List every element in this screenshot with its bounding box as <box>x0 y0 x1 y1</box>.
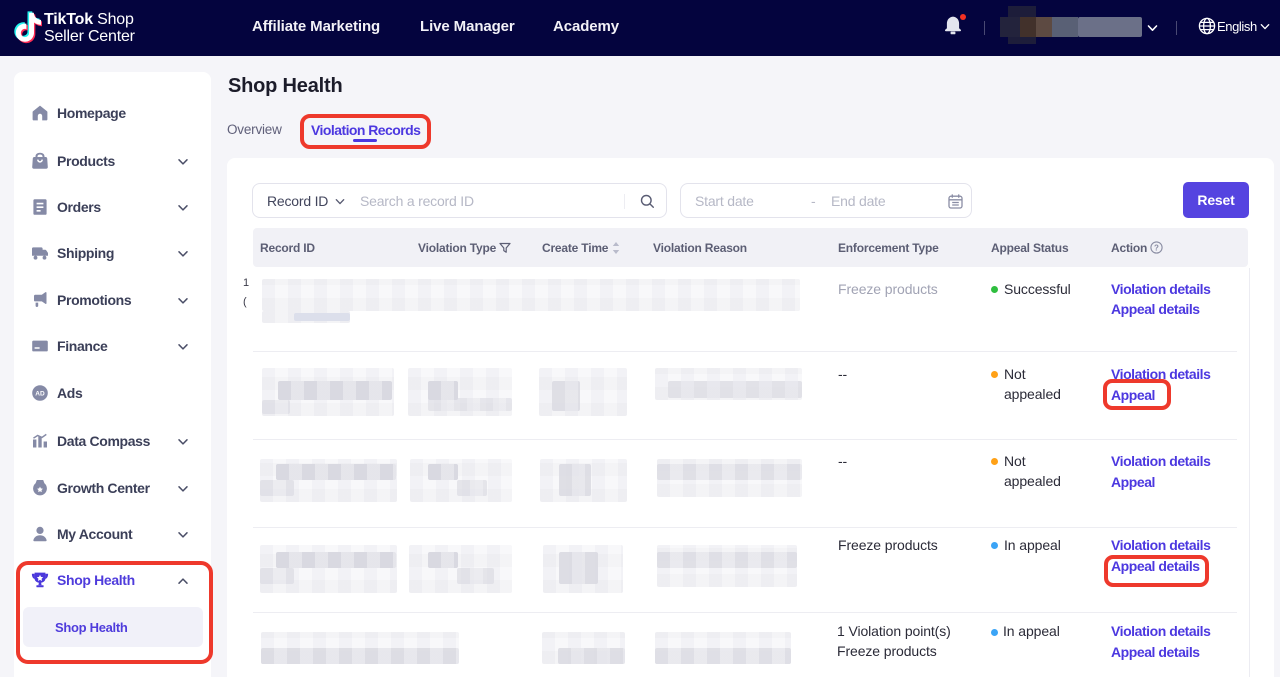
svg-text:?: ? <box>1154 243 1159 252</box>
svg-text:AD: AD <box>35 390 45 397</box>
